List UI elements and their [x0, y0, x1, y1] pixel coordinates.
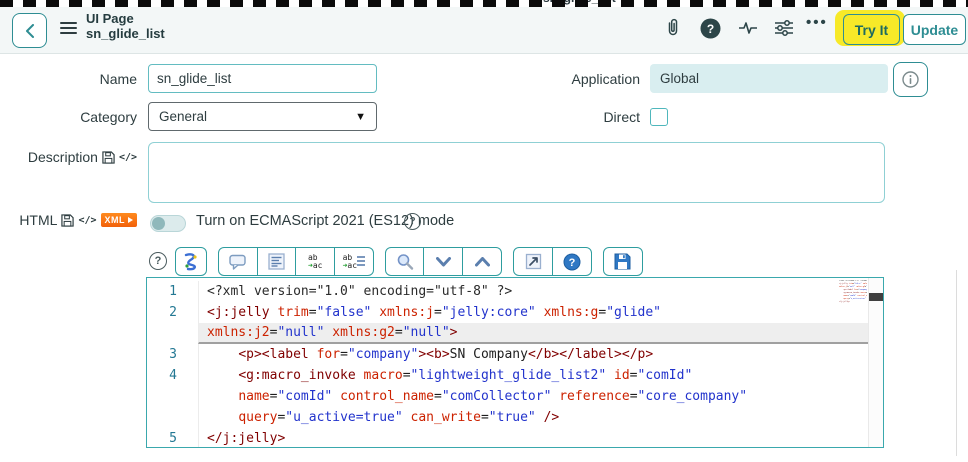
replace-icon: ab ➜ac: [307, 252, 323, 270]
search-button[interactable]: [384, 247, 425, 276]
minimap[interactable]: <?xml version="1.0" encoding="utf-8" ?><…: [839, 280, 867, 310]
description-textarea[interactable]: [148, 142, 885, 203]
direct-checkbox[interactable]: [650, 108, 668, 126]
page-title: UI Page sn_glide_list: [86, 11, 165, 41]
chevron-down-icon: [435, 256, 451, 266]
line-number: 2: [169, 305, 177, 320]
lines-icon: [357, 255, 366, 266]
line-number: 3: [169, 347, 177, 362]
replace-all-button[interactable]: ab ➜ac: [333, 247, 374, 276]
line-number: 1: [169, 284, 177, 299]
update-button[interactable]: Update: [903, 14, 966, 45]
search-icon: [397, 253, 414, 270]
code-editor[interactable]: 1 <?xml version="1.0" encoding="utf-8" ?>…: [146, 277, 884, 448]
edit-button-group: ab ➜ac ab ➜ac: [218, 247, 374, 276]
line-number: [147, 407, 198, 428]
line-number: [147, 323, 198, 344]
xml-badge[interactable]: XML: [100, 213, 137, 227]
replace-button[interactable]: ab ➜ac: [295, 247, 336, 276]
comment-button[interactable]: [218, 247, 258, 276]
editor-toolbar: ab ➜ac ab ➜ac ?: [175, 247, 643, 276]
search-button-group: [384, 247, 503, 276]
direct-label: Direct: [603, 108, 640, 125]
name-label: Name: [99, 70, 137, 87]
personalize-form-button[interactable]: [773, 17, 795, 39]
paperclip-icon: [668, 18, 678, 36]
context-menu-icon[interactable]: [60, 22, 77, 37]
info-icon: [902, 71, 919, 88]
format-lines-icon: [268, 253, 285, 270]
es12-help-icon[interactable]: ?: [404, 213, 421, 230]
window-button-group: ?: [513, 247, 592, 276]
popout-icon: [525, 253, 541, 270]
record-type-label: UI Page: [86, 11, 134, 26]
html-label-group: HTML </> XML: [0, 211, 137, 229]
pulse-icon: [739, 22, 757, 34]
find-previous-button[interactable]: [462, 247, 503, 276]
crop-marquee: [0, 0, 968, 7]
description-label-group: Description </>: [0, 147, 137, 167]
description-label: Description: [27, 149, 98, 165]
activity-stream-button[interactable]: [737, 17, 759, 39]
record-name-label: sn_glide_list: [86, 26, 165, 41]
line-number: [147, 386, 198, 407]
more-actions-button[interactable]: •••: [806, 14, 828, 31]
html-label: HTML: [19, 212, 58, 228]
save-field-icon[interactable]: [102, 150, 115, 164]
chevron-down-icon: ▼: [355, 110, 366, 123]
code-icon[interactable]: </>: [119, 152, 137, 163]
name-input[interactable]: [148, 64, 377, 93]
line-number: 5: [169, 431, 177, 446]
play-icon: [128, 217, 133, 223]
toggle-knob: [152, 217, 165, 230]
ui-page-editor: sn_glide_list UI Page sn_glide_list ?: [0, 0, 968, 462]
sliders-icon: [775, 20, 793, 36]
svg-text:?: ?: [568, 257, 575, 269]
scrollbar-thumb[interactable]: [869, 293, 883, 301]
format-code-button[interactable]: [175, 247, 207, 276]
replace-all-icon: ab ➜ac: [342, 252, 358, 270]
save-code-button[interactable]: [602, 247, 643, 276]
open-in-new-window-button[interactable]: [513, 247, 554, 276]
category-label: Category: [80, 108, 137, 125]
editor-scrollbar[interactable]: [868, 278, 883, 447]
format-code-icon: [184, 252, 197, 270]
code-icon[interactable]: </>: [78, 215, 96, 226]
chevron-left-icon: [25, 23, 34, 38]
application-info-button[interactable]: [893, 62, 928, 97]
chevron-up-icon: [474, 256, 490, 266]
format-document-button[interactable]: [256, 247, 297, 276]
help-blue-icon: ?: [563, 253, 581, 270]
xml-badge-label: XML: [104, 215, 125, 225]
comment-bubble-icon: [229, 254, 246, 270]
page-divider: [956, 270, 957, 456]
category-select[interactable]: General ▼: [148, 102, 377, 131]
help-filled-icon: ?: [700, 18, 720, 38]
find-next-button[interactable]: [423, 247, 464, 276]
save-disk-icon: [614, 253, 631, 270]
code-lines[interactable]: 1 <?xml version="1.0" encoding="utf-8" ?>…: [147, 281, 868, 447]
line-number: 4: [169, 368, 177, 383]
application-value: Global: [650, 64, 888, 93]
help-button[interactable]: ?: [699, 17, 721, 39]
back-button[interactable]: [12, 13, 47, 48]
category-selected-value: General: [159, 109, 208, 124]
attachment-button[interactable]: [662, 17, 684, 39]
try-it-button[interactable]: Try It: [843, 14, 900, 45]
editor-help-button[interactable]: ?: [551, 247, 592, 276]
application-label: Application: [571, 70, 641, 87]
svg-text:?: ?: [706, 22, 713, 36]
editor-help-icon[interactable]: ?: [149, 252, 167, 270]
es12-toggle[interactable]: [150, 215, 186, 232]
save-field-icon[interactable]: [61, 213, 75, 227]
